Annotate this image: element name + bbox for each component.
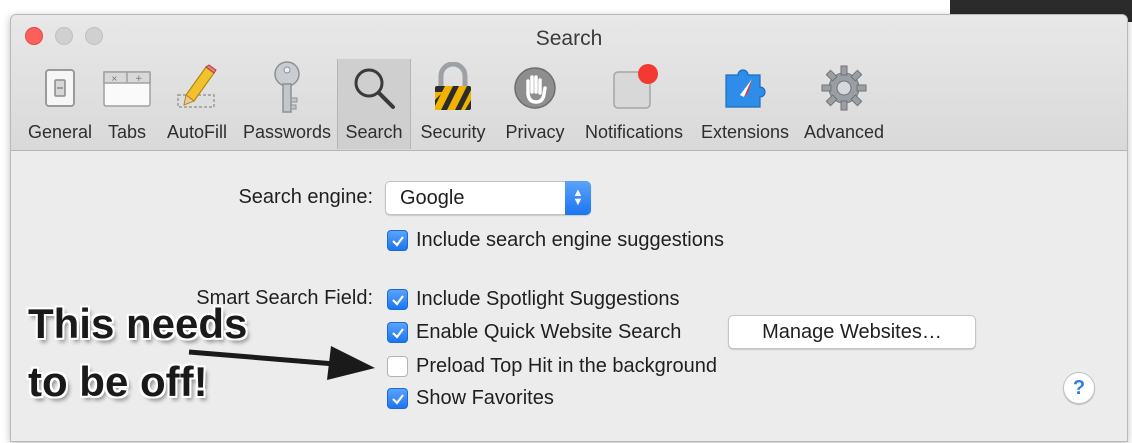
select-stepper-icon: ▲ ▼ <box>565 181 591 215</box>
include-suggestions-label: Include search engine suggestions <box>416 229 724 251</box>
tab-general-label: General <box>27 122 93 142</box>
include-suggestions-row[interactable]: Include search engine suggestions <box>387 229 724 252</box>
svg-text:×: × <box>111 74 118 83</box>
key-icon <box>259 60 315 116</box>
tab-passwords-label: Passwords <box>242 122 332 142</box>
quick-search-label: Enable Quick Website Search <box>416 321 682 343</box>
spotlight-checkbox[interactable] <box>387 289 408 310</box>
include-suggestions-checkbox[interactable] <box>387 230 408 251</box>
preload-row[interactable]: Preload Top Hit in the background <box>387 355 717 378</box>
pencil-icon <box>169 60 225 116</box>
preferences-toolbar: General × + Tabs AutoFill Passwords Sear… <box>11 55 891 149</box>
quick-search-row[interactable]: Enable Quick Website Search <box>387 321 681 344</box>
gear-icon <box>816 60 872 116</box>
tab-passwords[interactable]: Passwords <box>237 59 337 149</box>
preload-label: Preload Top Hit in the background <box>416 355 717 377</box>
annotation-line-2: to be off! <box>28 358 208 405</box>
magnifier-icon <box>346 60 402 116</box>
tab-search[interactable]: Search <box>337 59 411 149</box>
search-engine-select[interactable]: Google ▲ ▼ <box>385 181 591 215</box>
tabs-icon: × + <box>99 60 155 116</box>
checkmark-icon <box>391 294 404 306</box>
tab-extensions-label: Extensions <box>700 122 790 142</box>
favorites-row[interactable]: Show Favorites <box>387 387 554 410</box>
spotlight-label: Include Spotlight Suggestions <box>416 288 680 310</box>
tab-extensions[interactable]: Extensions <box>693 59 797 149</box>
tab-advanced[interactable]: Advanced <box>797 59 891 149</box>
lock-icon <box>425 60 481 116</box>
manage-websites-button[interactable]: Manage Websites… <box>728 315 976 349</box>
notification-badge-icon <box>606 60 662 116</box>
tab-general[interactable]: General <box>23 59 97 149</box>
preload-checkbox[interactable] <box>387 356 408 377</box>
title-bar: Search General × + Tabs AutoFill Passwor… <box>11 15 1127 151</box>
spotlight-row[interactable]: Include Spotlight Suggestions <box>387 288 680 311</box>
favorites-checkbox[interactable] <box>387 388 408 409</box>
tab-notifications-label: Notifications <box>584 122 684 142</box>
search-engine-value: Google <box>400 187 465 209</box>
svg-text:+: + <box>135 74 143 84</box>
annotation-arrow-icon <box>188 346 375 380</box>
checkmark-icon <box>391 235 404 247</box>
window-title: Search <box>535 27 603 50</box>
tab-security-label: Security <box>420 122 486 142</box>
checkmark-icon <box>391 327 404 339</box>
tab-autofill[interactable]: AutoFill <box>157 59 237 149</box>
hand-icon <box>507 60 563 116</box>
search-engine-label: Search engine: <box>238 186 373 208</box>
tab-tabs-label: Tabs <box>107 122 147 142</box>
checkmark-icon <box>391 393 404 405</box>
tab-notifications[interactable]: Notifications <box>575 59 693 149</box>
quick-search-checkbox[interactable] <box>387 322 408 343</box>
tab-privacy[interactable]: Privacy <box>495 59 575 149</box>
tab-advanced-label: Advanced <box>803 122 885 142</box>
puzzle-compass-icon <box>717 60 773 116</box>
tab-privacy-label: Privacy <box>505 122 565 142</box>
general-switch-icon <box>32 60 88 116</box>
tab-tabs[interactable]: × + Tabs <box>97 59 157 149</box>
tab-autofill-label: AutoFill <box>166 122 228 142</box>
help-button[interactable]: ? <box>1063 372 1095 404</box>
favorites-label: Show Favorites <box>416 387 554 409</box>
tab-security[interactable]: Security <box>411 59 495 149</box>
tab-search-label: Search <box>345 122 403 142</box>
